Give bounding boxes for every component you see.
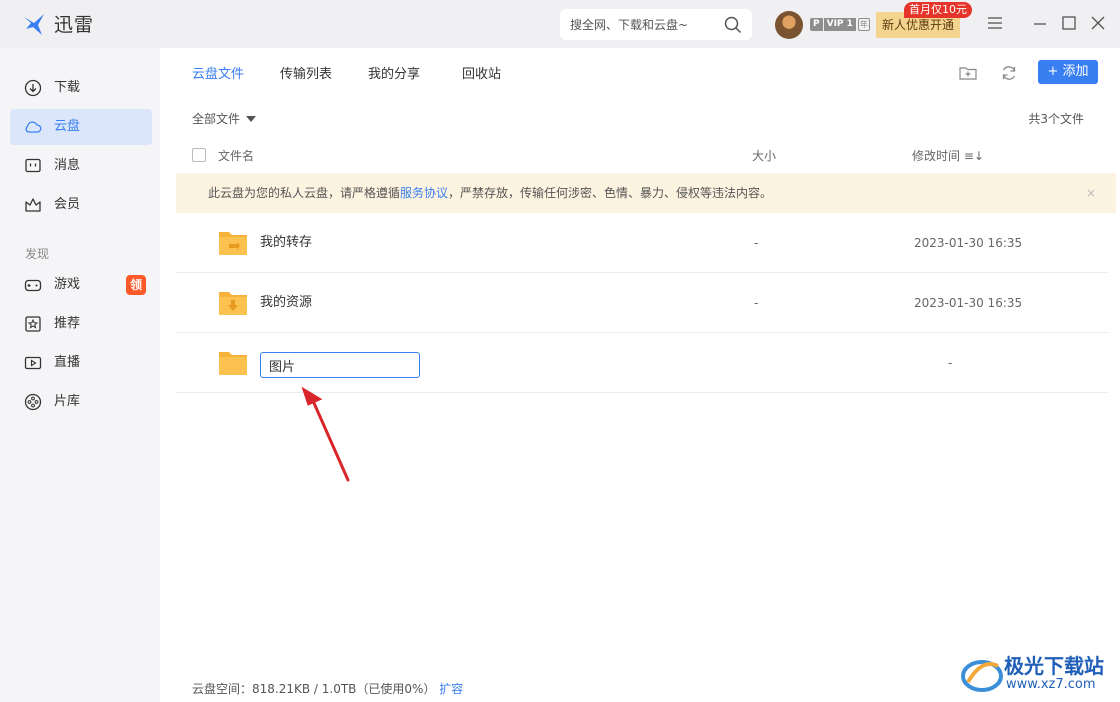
table-header: 文件名 大小 修改时间 ≡↓ (176, 144, 1108, 168)
column-header-modified[interactable]: 修改时间 ≡↓ (912, 147, 984, 164)
watermark-url: www.xz7.com (1006, 677, 1096, 692)
claim-badge: 领 (126, 275, 146, 295)
folder-transfer-icon (219, 232, 247, 255)
search-icon[interactable] (724, 16, 742, 34)
sidebar-item-download[interactable]: 下载 (10, 70, 152, 106)
minimize-icon[interactable] (1031, 14, 1049, 32)
notice-text-tail: ，严禁存放，传输任何涉密、色情、暴力、侵权等违法内容。 (448, 186, 773, 200)
sidebar-item-cloud[interactable]: 云盘 (10, 109, 152, 145)
file-modified: 2023-01-30 16:35 (914, 236, 1023, 250)
sidebar-item-vip[interactable]: 会员 (10, 187, 152, 223)
download-icon (24, 79, 42, 97)
refresh-icon[interactable] (999, 63, 1019, 83)
app-logo: 迅雷 (22, 10, 94, 37)
tab-my-shares[interactable]: 我的分享 (368, 63, 420, 82)
notice-text: 此云盘为您的私人云盘，请严格遵循 (208, 186, 401, 200)
crown-icon (25, 198, 41, 212)
file-size: - (754, 236, 759, 250)
sidebar-item-label: 消息 (54, 158, 81, 173)
sidebar-item-games[interactable]: 游戏 领 (10, 267, 152, 303)
sidebar-item-live[interactable]: 直播 (10, 345, 152, 381)
maximize-icon[interactable] (1060, 14, 1078, 32)
sidebar-item-messages[interactable]: 消息 (10, 148, 152, 184)
sidebar-item-label: 直播 (54, 355, 81, 370)
folder-icon (219, 352, 247, 375)
avatar[interactable] (775, 11, 803, 39)
tab-transfer-list[interactable]: 传输列表 (280, 63, 332, 82)
column-header-name[interactable]: 文件名 (218, 147, 254, 164)
menu-icon[interactable] (986, 14, 1004, 32)
expand-storage-link[interactable]: 扩容 (439, 682, 463, 696)
file-name: 我的资源 (260, 295, 313, 310)
sidebar-item-label: 游戏 (54, 277, 81, 292)
file-size: - (754, 296, 759, 310)
section-label-discover: 发现 (25, 247, 50, 261)
sidebar-item-label: 片库 (54, 394, 81, 409)
sidebar-item-label: 推荐 (54, 316, 81, 331)
sidebar: 下载 云盘 消息 会员 发现 游戏 领 推荐 直播 片库 (0, 48, 160, 702)
star-icon (25, 316, 41, 332)
file-size: - (948, 356, 953, 370)
sidebar-item-recommend[interactable]: 推荐 (10, 306, 152, 342)
vip-badge[interactable]: P VIP 1 年 (810, 18, 870, 31)
file-filter-dropdown[interactable]: 全部文件 (192, 110, 257, 127)
cloud-icon (25, 121, 42, 133)
search-box[interactable] (560, 9, 752, 40)
folder-name-input[interactable] (260, 352, 420, 378)
select-all-checkbox[interactable] (192, 148, 206, 162)
new-folder-icon[interactable] (958, 63, 978, 83)
service-agreement-link[interactable]: 服务协议 (400, 186, 448, 200)
tab-recycle-bin[interactable]: 回收站 (462, 63, 501, 82)
sidebar-item-label: 下载 (54, 80, 81, 95)
folder-download-icon (219, 292, 247, 315)
add-button[interactable]: + 添加 (1038, 60, 1098, 84)
watermark-title: 极光下载站 (1004, 654, 1104, 678)
vip-period-label: 年 (857, 18, 870, 31)
live-icon (24, 356, 42, 370)
storage-info: 云盘空间：818.21KB / 1.0TB（已使用0%） 扩容 (192, 680, 463, 697)
table-row[interactable]: 我的转存 - 2023-01-30 16:35 (176, 213, 1108, 273)
table-row[interactable]: 我的资源 - 2023-01-30 16:35 (176, 273, 1108, 333)
file-count: 共3个文件 (1028, 112, 1084, 126)
filter-label: 全部文件 (192, 112, 241, 126)
file-modified: 2023-01-30 16:35 (914, 296, 1023, 310)
vip-level-label: VIP 1 (823, 18, 856, 31)
vip-p-label: P (810, 18, 823, 31)
search-input[interactable] (570, 9, 720, 40)
notice-banner: 此云盘为您的私人云盘，请严格遵循服务协议，严禁存放，传输任何涉密、色情、暴力、侵… (176, 173, 1116, 213)
message-icon (25, 158, 41, 173)
main-panel: 云盘文件 传输列表 我的分享 回收站 + 添加 全部文件 共3个文件 文件名 大… (160, 48, 1120, 702)
close-icon[interactable] (1089, 14, 1107, 32)
gamepad-icon (24, 279, 42, 292)
file-name: 我的转存 (260, 235, 313, 250)
thunder-bird-icon (24, 13, 44, 35)
film-reel-icon (24, 393, 42, 411)
caret-down-icon (246, 116, 257, 122)
annotation-arrow-icon (301, 386, 350, 482)
sidebar-item-label: 会员 (54, 197, 81, 212)
watermark-logo-icon (961, 660, 1003, 692)
sidebar-item-label: 云盘 (54, 119, 81, 134)
storage-text: 云盘空间：818.21KB / 1.0TB（已使用0%） (192, 682, 436, 696)
app-name: 迅雷 (54, 14, 95, 36)
column-header-size[interactable]: 大小 (752, 147, 776, 164)
watermark: 极光下载站 www.xz7.com (960, 648, 1120, 702)
sidebar-item-library[interactable]: 片库 (10, 384, 152, 420)
promo-tag: 首月仅10元 (904, 2, 972, 18)
tab-cloud-files[interactable]: 云盘文件 (192, 63, 244, 82)
title-bar: 迅雷 P VIP 1 年 新人优惠开通 首月仅10元 (0, 0, 1120, 48)
notice-close-button[interactable]: × (1086, 173, 1096, 213)
